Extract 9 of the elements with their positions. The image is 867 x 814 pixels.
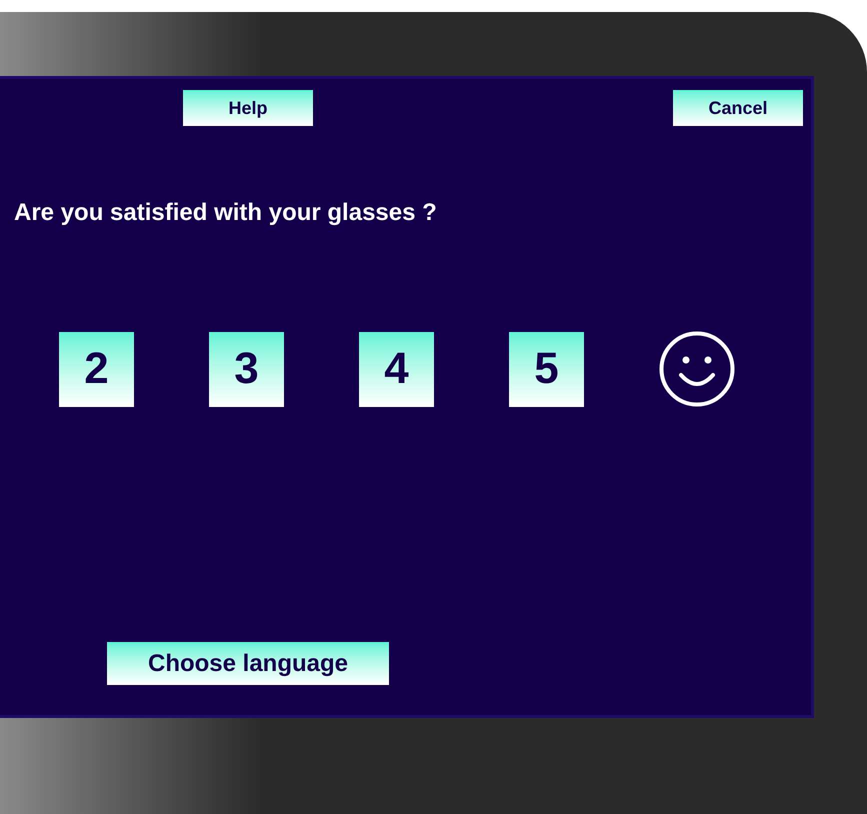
rating-button[interactable]: 4 <box>359 332 434 406</box>
cancel-button[interactable]: Cancel <box>673 90 803 126</box>
help-button[interactable]: Help <box>183 90 313 126</box>
rating-button[interactable]: 2 <box>59 332 134 406</box>
smiley-face-icon[interactable] <box>659 331 735 407</box>
rating-button[interactable]: 3 <box>209 332 284 406</box>
rating-button[interactable]: 5 <box>509 332 584 406</box>
choose-language-button[interactable]: Choose language <box>107 642 389 685</box>
question-text: Are you satisfied with your glasses ? <box>14 198 437 228</box>
